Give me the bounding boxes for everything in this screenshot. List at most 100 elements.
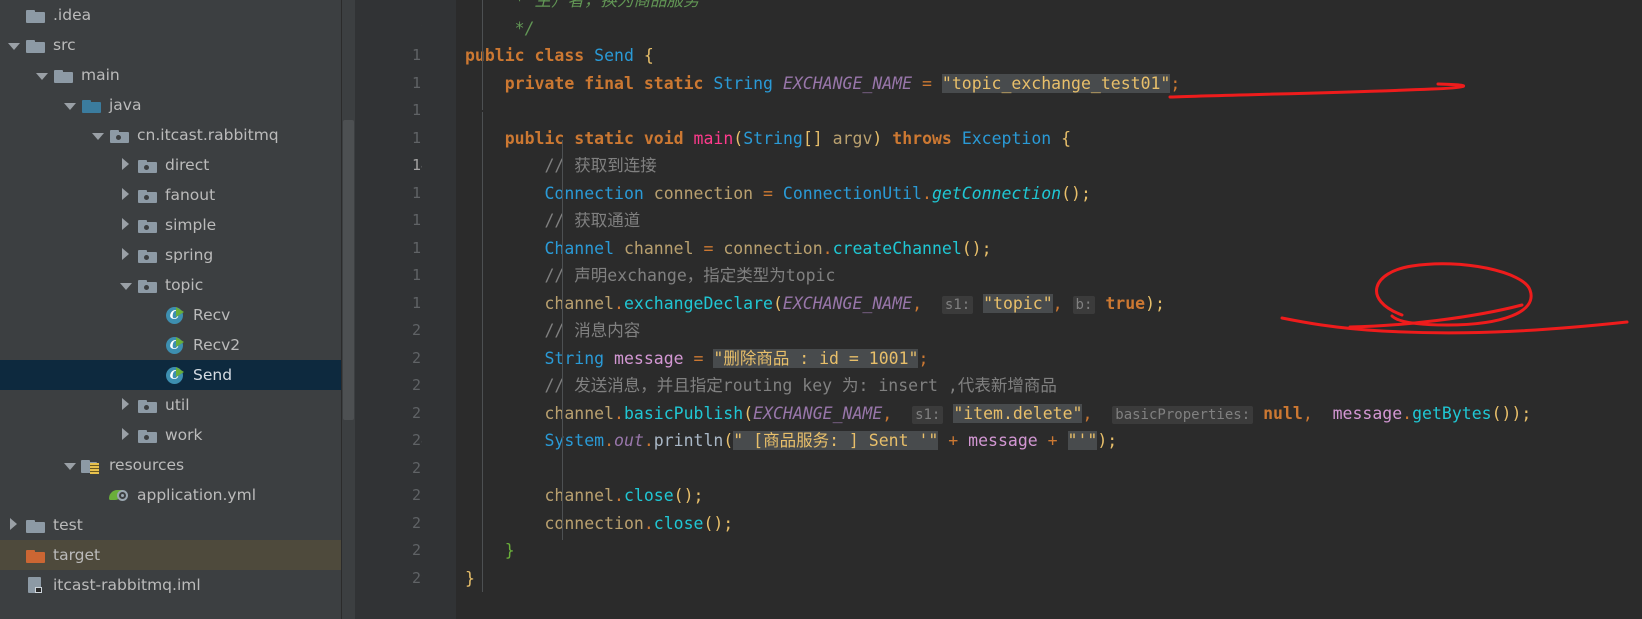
- chevron-right-icon[interactable]: [120, 427, 133, 442]
- project-tree-rows: .idea src main java cn.itcast.rabbitmq direct…: [0, 0, 342, 600]
- tree-item-label: topic: [165, 276, 204, 294]
- code-line[interactable]: channel.close();: [465, 482, 703, 510]
- project-tree-panel[interactable]: .idea src main java cn.itcast.rabbitmq direct…: [0, 0, 342, 619]
- tree-item-work[interactable]: work: [0, 420, 342, 450]
- code-text-area[interactable]: * 主）者，换为商品服务 */public class Send { priva…: [456, 0, 1642, 619]
- indent-guide: [482, 112, 483, 592]
- tree-item-util[interactable]: util: [0, 390, 342, 420]
- java-class-icon: C: [165, 366, 187, 384]
- chevron-down-icon[interactable]: [8, 39, 21, 52]
- tree-item-topic[interactable]: topic: [0, 270, 342, 300]
- tree-item-src[interactable]: src: [0, 30, 342, 60]
- module-file-icon: [25, 576, 47, 594]
- code-line[interactable]: connection.close();: [465, 510, 733, 538]
- tree-item-fanout[interactable]: fanout: [0, 180, 342, 210]
- chevron-down-icon[interactable]: [120, 279, 133, 292]
- tree-item-itcast-rabbitmq-iml[interactable]: itcast-rabbitmq.iml: [0, 570, 342, 600]
- package-icon: [137, 426, 159, 444]
- code-line[interactable]: */: [465, 15, 535, 43]
- chevron-right-icon[interactable]: [120, 247, 133, 262]
- tree-item-label: Recv2: [193, 336, 241, 354]
- line-number: 17: [411, 238, 430, 257]
- line-number: 15: [411, 183, 430, 202]
- tree-item-resources[interactable]: resources: [0, 450, 342, 480]
- tree-item-label: src: [53, 36, 76, 54]
- tree-item-main[interactable]: main: [0, 60, 342, 90]
- code-line[interactable]: Channel channel = connection.createChann…: [465, 235, 991, 263]
- package-icon: [137, 216, 159, 234]
- tree-item-label: target: [53, 546, 101, 564]
- line-number: 14: [411, 156, 430, 174]
- chevron-right-icon[interactable]: [120, 397, 133, 412]
- tree-item-send[interactable]: C Send: [0, 360, 342, 390]
- editor-scrollbar-thumb[interactable]: [343, 120, 354, 420]
- tree-item-label: cn.itcast.rabbitmq: [137, 126, 279, 144]
- line-number: 27: [411, 513, 430, 532]
- tree-item-recv2[interactable]: C Recv2: [0, 330, 342, 360]
- code-line[interactable]: * 主）者，换为商品服务: [465, 0, 700, 15]
- tree-item-direct[interactable]: direct: [0, 150, 342, 180]
- package-icon: [109, 126, 131, 144]
- line-number: 10: [411, 46, 430, 64]
- line-number: 18: [411, 266, 430, 284]
- code-line[interactable]: // 消息内容: [465, 317, 640, 345]
- chevron-right-icon[interactable]: [120, 187, 133, 202]
- tree-item-test[interactable]: test: [0, 510, 342, 540]
- tree-item-application-yml[interactable]: application.yml: [0, 480, 342, 510]
- tree-item-label: main: [81, 66, 120, 84]
- tree-item-label: spring: [165, 246, 214, 264]
- code-line[interactable]: public class Send {: [465, 42, 654, 70]
- code-line[interactable]: // 发送消息，并且指定routing key 为: insert ,代表新增商…: [465, 372, 1056, 400]
- code-line[interactable]: public static void main(String[] argv) t…: [465, 125, 1071, 153]
- line-number: 23: [411, 403, 430, 422]
- chevron-down-icon[interactable]: [64, 459, 77, 472]
- editor-left-gutter-strip: [342, 0, 355, 619]
- chevron-right-icon[interactable]: [120, 157, 133, 172]
- tree-item-label: .idea: [53, 6, 92, 24]
- tree-item-label: fanout: [165, 186, 216, 204]
- line-number: 12: [411, 101, 430, 119]
- tree-item-label: Recv: [193, 306, 231, 324]
- java-class-icon: C: [165, 336, 187, 354]
- line-number: 9: [368, 15, 430, 43]
- code-line[interactable]: channel.basicPublish(EXCHANGE_NAME, s1: …: [465, 400, 1531, 428]
- code-line[interactable]: private final static String EXCHANGE_NAM…: [465, 70, 1180, 98]
- code-line[interactable]: Connection connection = ConnectionUtil.g…: [465, 180, 1090, 208]
- tree-item-idea[interactable]: .idea: [0, 0, 342, 30]
- code-line[interactable]: // 获取通道: [465, 207, 640, 235]
- tree-item-spring[interactable]: spring: [0, 240, 342, 270]
- line-number: 25: [411, 458, 430, 477]
- chevron-down-icon[interactable]: [92, 129, 105, 142]
- code-line[interactable]: // 获取到连接: [465, 152, 656, 180]
- ide-window: .idea src main java cn.itcast.rabbitmq direct…: [0, 0, 1642, 619]
- indent-guide: [562, 140, 563, 540]
- line-number: 28: [411, 541, 430, 559]
- code-editor[interactable]: 89 10 11 12 13 14 15 16 17 18 19 20 21 22 23 24 25 26 27 28…: [342, 0, 1642, 619]
- chevron-right-icon[interactable]: [120, 217, 133, 232]
- tree-item-simple[interactable]: simple: [0, 210, 342, 240]
- tree-item-label: itcast-rabbitmq.iml: [53, 576, 201, 594]
- tree-item-target[interactable]: target: [0, 540, 342, 570]
- chevron-down-icon[interactable]: [64, 99, 77, 112]
- line-number: 29: [411, 568, 430, 587]
- code-line[interactable]: String message = "删除商品 : id = 1001";: [465, 345, 928, 373]
- code-line[interactable]: channel.exchangeDeclare(EXCHANGE_NAME, s…: [465, 290, 1165, 318]
- tree-item-cn-itcast-rabbitmq[interactable]: cn.itcast.rabbitmq: [0, 120, 342, 150]
- package-icon: [137, 396, 159, 414]
- tree-item-java[interactable]: java: [0, 90, 342, 120]
- code-line[interactable]: // 声明exchange，指定类型为topic: [465, 262, 835, 290]
- chevron-right-icon[interactable]: [8, 517, 21, 532]
- package-icon: [137, 276, 159, 294]
- java-class-icon: C: [165, 306, 187, 324]
- code-line[interactable]: }: [465, 537, 515, 565]
- line-number: 24: [411, 431, 430, 449]
- package-icon: [137, 186, 159, 204]
- chevron-down-icon[interactable]: [36, 69, 49, 82]
- code-line[interactable]: }: [465, 565, 475, 593]
- gutter-marker-strip[interactable]: [422, 0, 523, 619]
- tree-item-recv[interactable]: C Recv: [0, 300, 342, 330]
